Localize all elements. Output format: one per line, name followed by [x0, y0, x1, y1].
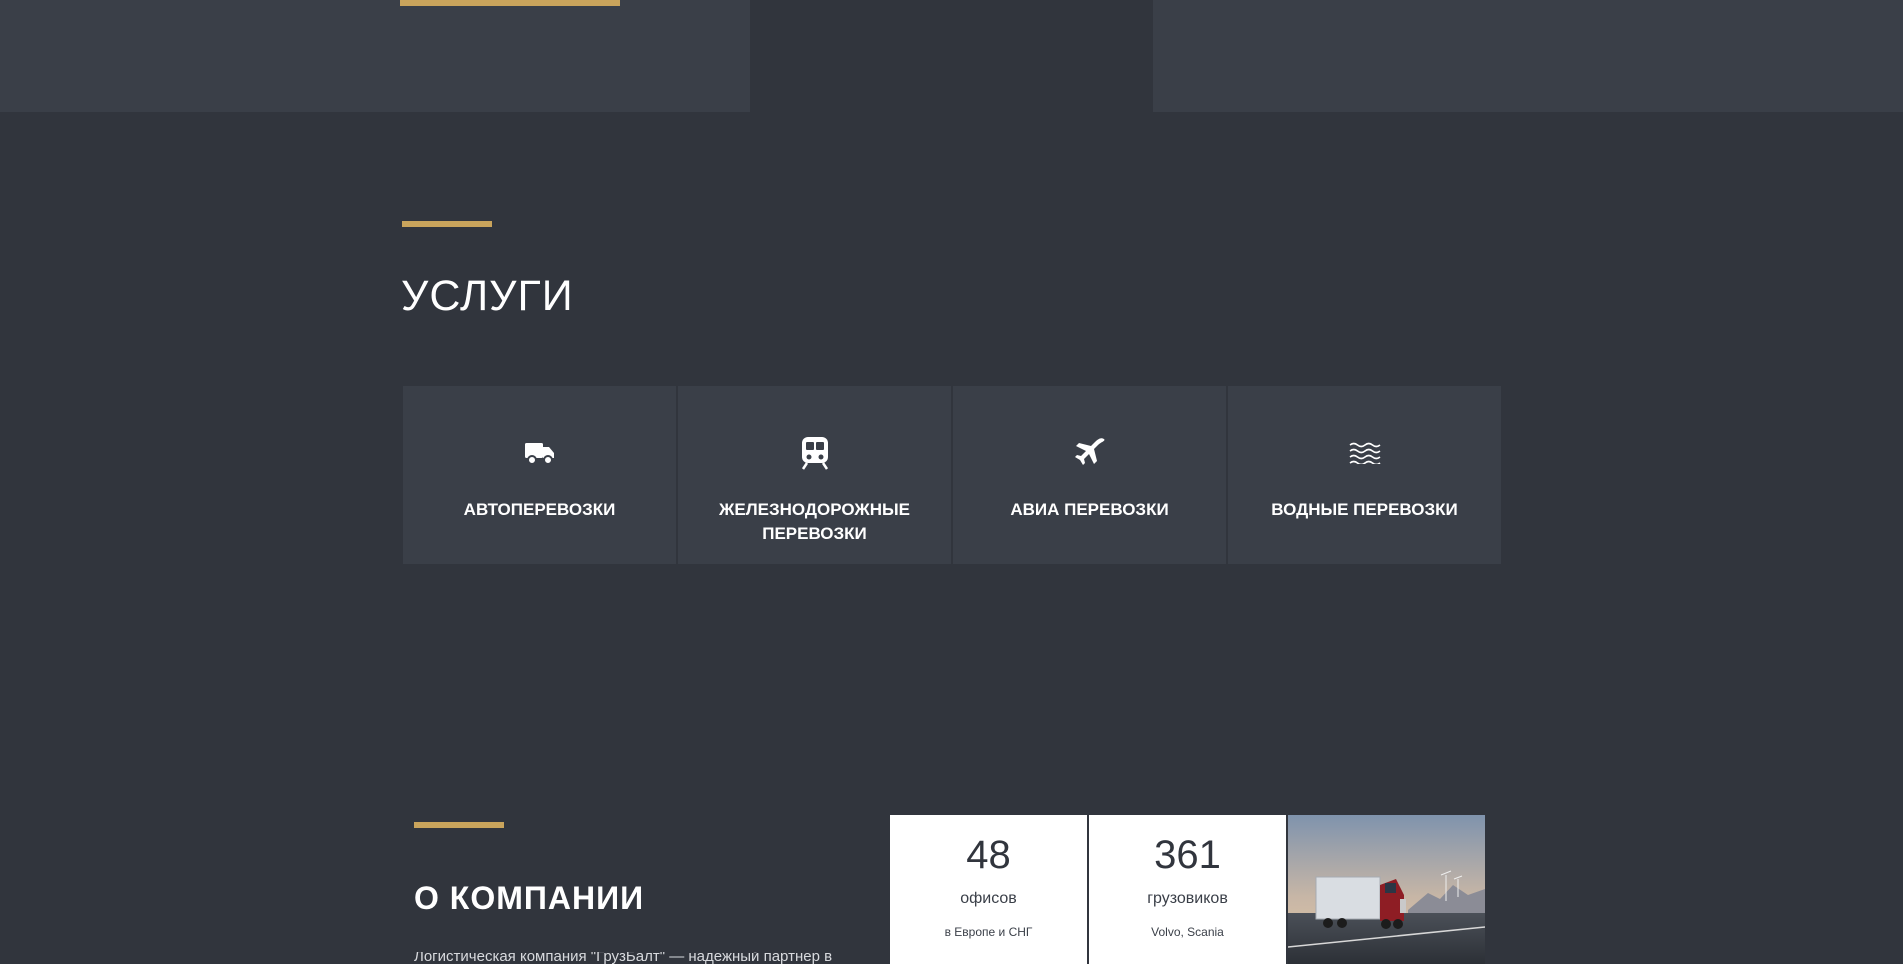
top-left-panel	[0, 0, 750, 112]
truck-photo	[1288, 815, 1485, 964]
stat-offices: 48 офисов в Европе и СНГ	[890, 815, 1087, 964]
about-accent-bar	[414, 822, 504, 828]
service-label-railway: ЖЕЛЕЗНОДОРОЖНЫЕ ПЕРЕВОЗКИ	[719, 500, 910, 543]
stat-trucks-caption: грузовиков	[1147, 890, 1228, 907]
about-stats: 48 офисов в Европе и СНГ 361 грузовиков …	[890, 815, 1485, 964]
services-accent-bar	[402, 221, 492, 227]
stat-trucks: 361 грузовиков Volvo, Scania	[1089, 815, 1286, 964]
stat-trucks-number: 361	[1154, 833, 1221, 877]
water-waves-icon	[1348, 436, 1382, 470]
stat-offices-sub: в Европе и СНГ	[944, 925, 1033, 939]
service-label-auto: АВТОПЕРЕВОЗКИ	[463, 500, 616, 519]
service-card-auto[interactable]: АВТОПЕРЕВОЗКИ	[403, 386, 676, 564]
stat-trucks-sub: Volvo, Scania	[1151, 925, 1224, 939]
truck-icon	[523, 436, 557, 470]
top-right-panel	[1153, 0, 1903, 112]
service-label-water: ВОДНЫЕ ПЕРЕВОЗКИ	[1271, 500, 1458, 519]
page: УСЛУГИ АВТОПЕРЕВОЗКИ ЖЕЛЕЗНОДОРОЖНЫЕ ПЕР…	[0, 0, 1903, 964]
service-card-railway[interactable]: ЖЕЛЕЗНОДОРОЖНЫЕ ПЕРЕВОЗКИ	[678, 386, 951, 564]
about-text: Логистическая компания "ГрузБалт" — наде…	[414, 952, 834, 964]
service-card-air[interactable]: АВИА ПЕРЕВОЗКИ	[953, 386, 1226, 564]
services-cards: АВТОПЕРЕВОЗКИ ЖЕЛЕЗНОДОРОЖНЫЕ ПЕРЕВОЗКИ	[403, 386, 1501, 564]
stat-offices-number: 48	[966, 833, 1011, 877]
plane-icon	[1073, 436, 1107, 470]
train-icon	[798, 436, 832, 470]
about-text-content: Логистическая компания "ГрузБалт" — наде…	[414, 952, 834, 964]
service-label-air: АВИА ПЕРЕВОЗКИ	[1010, 500, 1169, 519]
service-card-water[interactable]: ВОДНЫЕ ПЕРЕВОЗКИ	[1228, 386, 1501, 564]
services-title: УСЛУГИ	[401, 272, 574, 320]
about-title: О КОМПАНИИ	[414, 880, 645, 916]
top-accent-bar	[400, 0, 620, 6]
stat-offices-caption: офисов	[960, 890, 1017, 907]
